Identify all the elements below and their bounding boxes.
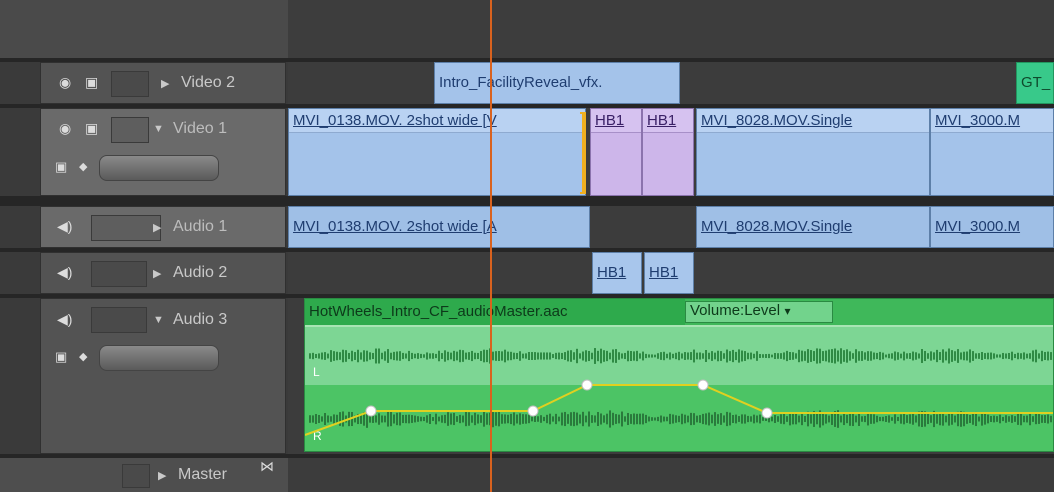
speaker-icon[interactable]: ◀) [57, 218, 72, 235]
speaker-icon[interactable]: ◀) [57, 311, 72, 328]
expand-icon[interactable]: ▶ [158, 469, 166, 482]
volume-knob[interactable] [99, 345, 219, 371]
keyframe-icon[interactable]: ◆ [79, 350, 87, 363]
track-slot[interactable] [91, 307, 147, 333]
volume-keyframe[interactable] [527, 405, 539, 417]
track-name-audio-1: Audio 1 [173, 218, 228, 235]
row-separator [0, 196, 1054, 206]
track-header-video-2[interactable]: ◉ ▣ ▶ Video 2 [40, 62, 286, 104]
clip-gt[interactable]: GT_ [1016, 62, 1054, 104]
clip-mvi-0138-video[interactable]: MVI_0138.MOV. 2shot wide [V [288, 108, 586, 196]
film-icon[interactable]: ▣ [85, 74, 98, 91]
track-name-video-1: Video 1 [173, 120, 227, 137]
track-slot[interactable] [111, 71, 149, 97]
volume-keyframe[interactable] [581, 379, 593, 391]
clip-mvi-8028-audio[interactable]: MVI_8028.MOV.Single [696, 206, 930, 248]
opacity-knob[interactable] [99, 155, 219, 181]
expand-icon[interactable]: ▶ [153, 267, 161, 280]
clip-hb1-video-a[interactable]: HB1 [590, 108, 642, 196]
track-header-audio-3[interactable]: ◀) ▼ Audio 3 ▣ ◆ [40, 298, 286, 454]
time-ruler[interactable] [288, 0, 1054, 62]
track-slot[interactable] [91, 261, 147, 287]
expand-icon[interactable]: ▶ [161, 77, 169, 90]
clip-intro-facility-reveal[interactable]: Intro_FacilityReveal_vfx. [434, 62, 680, 104]
track-header-top [0, 0, 289, 62]
clip-hb1-audio-a[interactable]: HB1 [592, 252, 642, 294]
track-name-audio-3: Audio 3 [173, 311, 228, 328]
track-header-audio-1[interactable]: ◀) ▶ Audio 1 [40, 206, 286, 248]
keyframe-icon[interactable]: ◆ [79, 160, 87, 173]
track-header-audio-2[interactable]: ◀) ▶ Audio 2 [40, 252, 286, 294]
display-style-icon[interactable]: ▣ [55, 159, 67, 175]
track-slot[interactable] [111, 117, 149, 143]
trim-handle[interactable] [580, 112, 586, 194]
collapse-icon[interactable]: ▼ [153, 123, 164, 135]
audio-waveform [305, 348, 1053, 436]
lane-master [288, 458, 1054, 492]
display-style-icon[interactable]: ▣ [55, 349, 67, 365]
clip-mvi-8028-video[interactable]: MVI_8028.MOV.Single [696, 108, 930, 196]
clip-hb1-audio-b[interactable]: HB1 [644, 252, 694, 294]
clip-audio-master[interactable]: HotWheels_Intro_CF_audioMaster.aac Volum… [304, 298, 1054, 452]
volume-keyframe[interactable] [697, 379, 709, 391]
eye-icon[interactable]: ◉ [59, 74, 71, 91]
track-header-master[interactable]: ▶ Master ⋈ [0, 458, 288, 492]
volume-keyframe[interactable] [365, 405, 377, 417]
track-header-video-1[interactable]: ◉ ▣ ▼ Video 1 ▣ ◆ [40, 108, 286, 196]
collapse-icon[interactable]: ▼ [153, 314, 164, 326]
track-name-audio-2: Audio 2 [173, 264, 228, 281]
film-icon[interactable]: ▣ [85, 120, 98, 137]
clip-mvi-0138-audio[interactable]: MVI_0138.MOV. 2shot wide [A [288, 206, 590, 248]
volume-keyframe[interactable] [761, 407, 773, 419]
speaker-icon[interactable]: ◀) [57, 264, 72, 281]
track-slot[interactable] [122, 464, 150, 488]
track-name-master: Master [178, 466, 227, 483]
clip-mvi-3000-audio[interactable]: MVI_3000.M [930, 206, 1054, 248]
track-slot[interactable] [91, 215, 161, 241]
link-icon[interactable]: ⋈ [260, 458, 274, 475]
playhead[interactable] [490, 0, 492, 492]
expand-icon[interactable]: ▶ [153, 221, 161, 234]
eye-icon[interactable]: ◉ [59, 120, 71, 137]
clip-hb1-video-b[interactable]: HB1 [642, 108, 694, 196]
track-name-video-2: Video 2 [181, 74, 235, 91]
clip-mvi-3000-video[interactable]: MVI_3000.M [930, 108, 1054, 196]
